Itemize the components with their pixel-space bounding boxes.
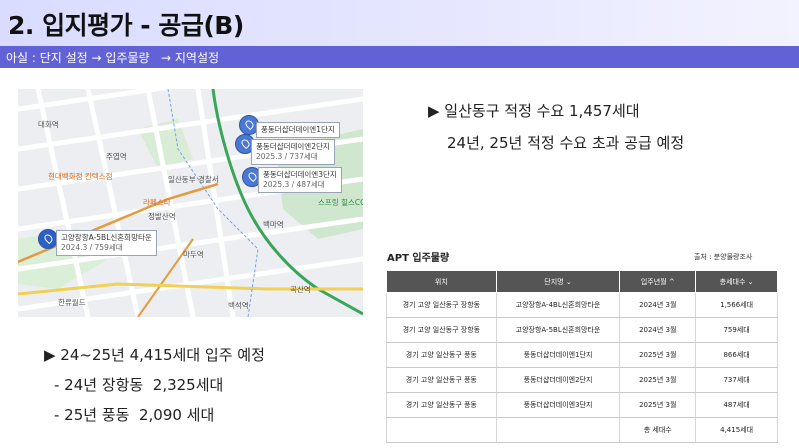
table-title: APT 입주물량 xyxy=(387,253,450,264)
cell-location: 경기 고양 일산동구 풍동 xyxy=(386,392,497,418)
cell-location: 경기 고양 일산동구 장항동 xyxy=(386,292,497,318)
table-source: 출처 : 분양물량조사 xyxy=(694,253,753,261)
table-row: 경기 고양 일산동구 장항동 고양장항A-4BL신혼희망타운 2024년 3월 … xyxy=(386,292,778,318)
cell-date: 2024년 3월 xyxy=(619,292,697,318)
demand-bullet: ▶ 일산동구 적정 수요 1,457세대 xyxy=(428,102,640,120)
map-callout-1: 풍동더샵더데이엔1단지 xyxy=(256,122,340,138)
cell-date: 2025년 3월 xyxy=(619,392,697,418)
supply-bullet: ▶ 24~25년 4,415세대 입주 예정 xyxy=(44,346,265,364)
cell-units: 866세대 xyxy=(695,342,778,368)
map-label-poi11: 한류월드 xyxy=(58,298,86,307)
map-label-poi3: 일산동부 경찰서 xyxy=(168,175,219,184)
cell-empty xyxy=(386,417,497,443)
cell-location: 경기 고양 일산동구 풍동 xyxy=(386,342,497,368)
cell-date: 2025년 3월 xyxy=(619,342,697,368)
map-label-poi5: 정발산역 xyxy=(148,212,176,221)
subtitle-bar: 아실 : 단지 설정 → 입주물량 → 지역설정 xyxy=(0,46,799,68)
table-row: 경기 고양 일산동구 장항동 고양장항A-5BL신혼희망타운 2024년 3월 … xyxy=(386,317,778,343)
cell-location: 경기 고양 일산동구 장항동 xyxy=(386,317,497,343)
total-label: 총 세대수 xyxy=(619,417,697,443)
title-bar: 2. 입지평가 - 공급(B) xyxy=(0,0,799,46)
cell-complex: 고양장항A-5BL신혼희망타운 xyxy=(495,317,621,343)
cell-complex: 풍동더샵더데이엔2단지 xyxy=(495,367,621,393)
map-label-poi4: 라페스타 xyxy=(143,198,171,207)
total-value: 4,415세대 xyxy=(695,417,778,443)
map-pin-4[interactable] xyxy=(38,229,58,249)
supply-line-2024: - 24년 장항동 2,325세대 xyxy=(54,376,224,394)
map-label-station1: 대화역 xyxy=(38,120,59,129)
cell-complex: 고양장항A-4BL신혼희망타운 xyxy=(495,292,621,318)
map-callout-2: 풍동더샵더데이엔2단지 2025.3 / 737세대 xyxy=(251,139,335,165)
map-label-poi9: 백마역 xyxy=(263,220,284,229)
page-subtitle: 아실 : 단지 설정 → 입주물량 → 지역설정 xyxy=(6,51,220,65)
cell-complex: 풍동더샵더데이엔3단지 xyxy=(495,392,621,418)
cell-location: 경기 고양 일산동구 풍동 xyxy=(386,367,497,393)
supply-line-2025: - 25년 풍동 2,090 세대 xyxy=(54,406,215,424)
cell-units: 1,566세대 xyxy=(695,292,778,318)
col-header-location[interactable]: 위치 xyxy=(386,270,497,293)
map-label-poi7: 백석역 xyxy=(228,301,249,310)
map-label-poi10: 스프링 힐스CC xyxy=(318,198,363,207)
cell-units: 759세대 xyxy=(695,317,778,343)
map-label-poi2: 현대백화점 킨텍스점 xyxy=(48,172,113,181)
map-label-poi6: 마두역 xyxy=(183,250,204,259)
location-map[interactable]: 대화역 주엽역 현대백화점 킨텍스점 일산동부 경찰서 라페스타 정발산역 마두… xyxy=(18,89,363,317)
cell-complex: 풍동더샵더데이엔1단지 xyxy=(495,342,621,368)
apt-supply-table: 위치 단지명 ⌄ 입주년월 ^ 총세대수 ⌄ 경기 고양 일산동구 장항동 고양… xyxy=(386,270,778,443)
table-row: 경기 고양 일산동구 풍동 풍동더샵더데이엔1단지 2025년 3월 866세대 xyxy=(386,342,778,368)
cell-date: 2024년 3월 xyxy=(619,317,697,343)
cell-units: 737세대 xyxy=(695,367,778,393)
table-row: 경기 고양 일산동구 풍동 풍동더샵더데이엔2단지 2025년 3월 737세대 xyxy=(386,367,778,393)
col-header-units[interactable]: 총세대수 ⌄ xyxy=(695,270,778,293)
col-header-complex[interactable]: 단지명 ⌄ xyxy=(495,270,621,293)
cell-date: 2025년 3월 xyxy=(619,367,697,393)
cell-units: 487세대 xyxy=(695,392,778,418)
demand-bullet-sub: 24년, 25년 적정 수요 초과 공급 예정 xyxy=(447,134,685,152)
map-callout-3: 풍동더샵더데이엔3단지 2025.3 / 487세대 xyxy=(258,167,342,193)
table-row: 경기 고양 일산동구 풍동 풍동더샵더데이엔3단지 2025년 3월 487세대 xyxy=(386,392,778,418)
col-header-date[interactable]: 입주년월 ^ xyxy=(619,270,697,293)
map-label-poi8: 곡산역 xyxy=(290,285,311,294)
page-title: 2. 입지평가 - 공급(B) xyxy=(8,11,244,40)
cell-empty xyxy=(495,417,621,443)
table-total-row: 총 세대수 4,415세대 xyxy=(386,417,778,443)
map-label-poi1: 주엽역 xyxy=(106,152,127,161)
map-callout-4: 고양장항A-5BL신혼희망타운 2024.3 / 759세대 xyxy=(56,230,157,256)
